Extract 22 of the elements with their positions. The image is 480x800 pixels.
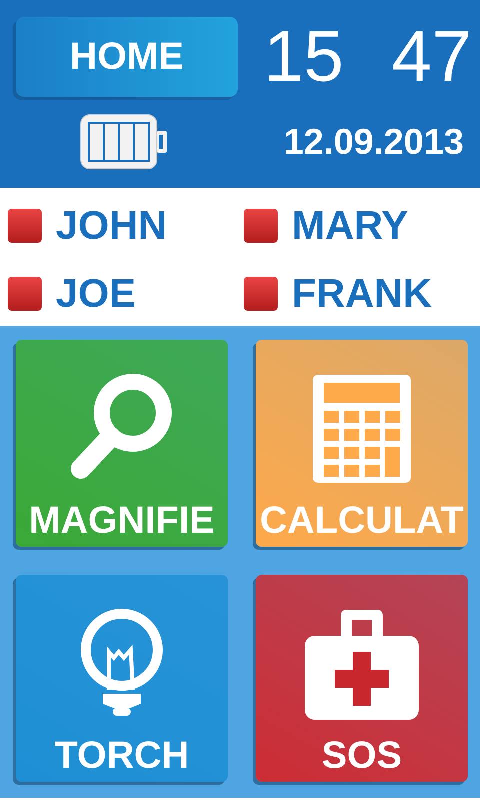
clock-minutes: 47 — [392, 21, 472, 93]
contact-name[interactable]: JOE — [56, 264, 136, 324]
sos-tile[interactable]: SOS — [256, 575, 468, 782]
tile-label: CALCULAT — [260, 501, 464, 543]
status-square — [244, 277, 278, 311]
tile-label: TORCH — [54, 736, 190, 778]
contact-name[interactable]: FRANK — [292, 264, 432, 324]
clock-hours: 15 — [264, 21, 344, 93]
calculator-icon — [313, 374, 411, 483]
status-square — [8, 277, 42, 311]
status-square — [244, 209, 278, 243]
tile-label: MAGNIFIE — [29, 501, 215, 543]
torch-tile[interactable]: TORCH — [16, 575, 228, 782]
status-square — [8, 209, 42, 243]
magnifier-tile[interactable]: MAGNIFIE — [16, 340, 228, 547]
home-button[interactable]: HOME — [16, 17, 238, 97]
contact-name[interactable]: JOHN — [56, 196, 168, 256]
battery-icon — [79, 113, 169, 171]
first-aid-kit-icon — [305, 608, 419, 720]
contact-name[interactable]: MARY — [292, 196, 408, 256]
date-text: 12.09.2013 — [284, 120, 465, 164]
tile-label: SOS — [322, 736, 402, 778]
